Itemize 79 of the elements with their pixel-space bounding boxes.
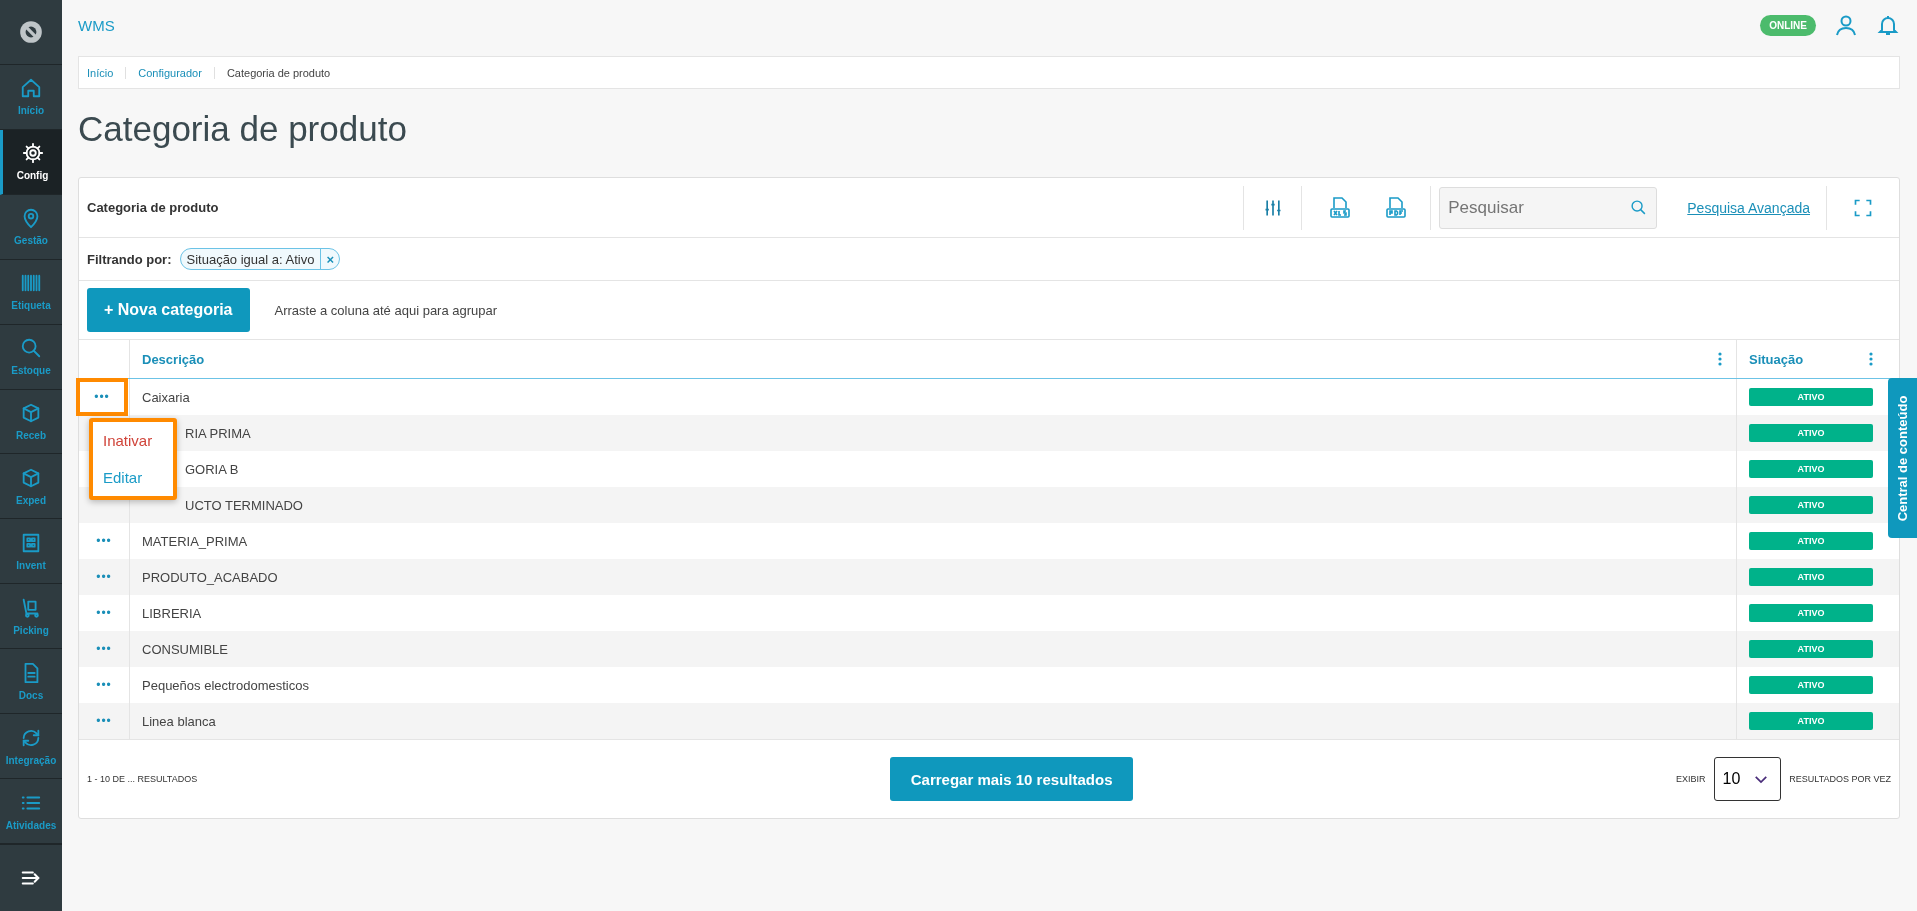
breadcrumb-item[interactable]: Início <box>87 66 127 79</box>
table-cell-text: GORIA B <box>184 461 239 477</box>
sidebar-item[interactable]: Exped <box>0 454 62 520</box>
page-title: Categoria de produto <box>78 109 408 149</box>
table-cell: Pequeños electrodomesticos <box>142 677 309 693</box>
app-name: WMS <box>78 16 115 34</box>
status-badge: ATIVO <box>1749 496 1873 514</box>
status-badge: ATIVO <box>1749 460 1873 478</box>
filter-chip: Situação igual a: Ativo × <box>179 248 340 270</box>
status-badge: ATIVO <box>1749 568 1873 586</box>
fullscreen-icon[interactable] <box>1853 197 1873 218</box>
status-badge: ATIVO <box>1749 676 1873 694</box>
remove-filter-button[interactable]: × <box>320 249 339 269</box>
row-actions-button[interactable]: ••• <box>79 666 129 704</box>
user-icon[interactable] <box>1834 13 1858 37</box>
pdf-file-icon[interactable] <box>1384 195 1409 220</box>
column-header[interactable]: Situação <box>1737 340 1887 378</box>
menu-item[interactable]: Editar <box>93 463 173 492</box>
home-icon <box>20 77 42 100</box>
status-badge: ATIVO <box>1749 604 1873 622</box>
table-cell: Caixaria <box>142 389 190 405</box>
table-cell: LIBRERIA <box>142 605 202 621</box>
sidebar-item[interactable]: Receb <box>0 389 62 455</box>
chevron-down-icon <box>1754 774 1769 784</box>
row-actions-button[interactable]: ••• <box>79 594 129 632</box>
menu-item[interactable]: Inativar <box>93 426 173 455</box>
sidebar-item[interactable]: Invent <box>0 519 62 585</box>
filter-label: Filtrando por: <box>87 251 172 267</box>
logo-icon <box>18 18 44 45</box>
column-header[interactable]: Descrição <box>130 340 1737 378</box>
xls-file-icon[interactable] <box>1328 195 1353 220</box>
sidebar-item[interactable]: Docs <box>0 649 62 715</box>
sidebar-item[interactable]: Integração <box>0 714 62 780</box>
sidebar-item[interactable]: Config <box>0 129 62 195</box>
row-actions-button[interactable]: ••• <box>79 522 129 560</box>
table-cell-text: UCTO TERMINADO <box>184 497 303 513</box>
sidebar-item[interactable]: Picking <box>0 584 62 650</box>
status-badge: ATIVO <box>1749 640 1873 658</box>
load-more-button[interactable]: Carregar mais 10 resultados <box>889 757 1134 801</box>
bell-icon[interactable] <box>1876 13 1900 37</box>
per-page-label: RESULTADOS POR VEZ <box>1789 774 1891 784</box>
breadcrumb-item: Categoria de produto <box>226 66 332 79</box>
sidebar-item[interactable]: Etiqueta <box>0 259 62 325</box>
status-badge: ATIVO <box>1749 712 1873 730</box>
sidebar-item[interactable]: Atividades <box>0 779 62 844</box>
page-size-select[interactable]: 10 <box>1713 757 1782 801</box>
table-cell: MATERIA_PRIMA <box>142 533 248 549</box>
sidebar-item[interactable]: Início <box>0 64 62 130</box>
box-icon <box>20 466 42 489</box>
status-badge: ATIVO <box>1749 532 1873 550</box>
card-title: Categoria de produto <box>87 200 219 215</box>
status-badge: ATIVO <box>1749 424 1873 442</box>
search-icon[interactable] <box>1630 198 1648 216</box>
breadcrumb-item[interactable]: Configurador <box>138 66 215 79</box>
building-icon <box>20 531 42 554</box>
search-field[interactable]: Pesquisar <box>1439 186 1658 229</box>
table-cell: Linea blanca <box>142 713 216 729</box>
advanced-search-link[interactable]: Pesquisa Avançada <box>1687 199 1810 216</box>
column-menu-icon[interactable] <box>1718 352 1722 366</box>
search-icon <box>20 337 42 360</box>
row-actions-button[interactable]: ••• <box>79 702 129 740</box>
column-menu-icon[interactable] <box>1869 352 1873 366</box>
cart-icon <box>20 596 42 619</box>
box-icon <box>20 402 42 424</box>
gear-icon <box>21 142 44 165</box>
results-count: 1 - 10 DE ... RESULTADOS <box>87 774 198 784</box>
show-label: EXIBIR <box>1676 774 1706 784</box>
sidebar-item[interactable]: Gestão <box>0 194 62 260</box>
new-category-button[interactable]: + Nova categoria <box>87 288 250 332</box>
status-badge: ONLINE <box>1760 14 1816 36</box>
table-cell: CONSUMIBLE <box>142 641 228 657</box>
status-badge: ATIVO <box>1749 388 1873 406</box>
row-actions-button[interactable]: ••• <box>79 630 129 668</box>
table-cell: PRODUTO_ACABADO <box>142 569 278 585</box>
row-actions-button[interactable]: ••• <box>79 558 129 596</box>
row-actions-button[interactable]: ••• <box>76 378 128 416</box>
side-tab[interactable]: Central de conteúdo <box>1888 378 1917 538</box>
sidebar-item[interactable]: Estoque <box>0 324 62 390</box>
group-hint: Arraste a coluna até aqui para agrupar <box>274 302 498 318</box>
